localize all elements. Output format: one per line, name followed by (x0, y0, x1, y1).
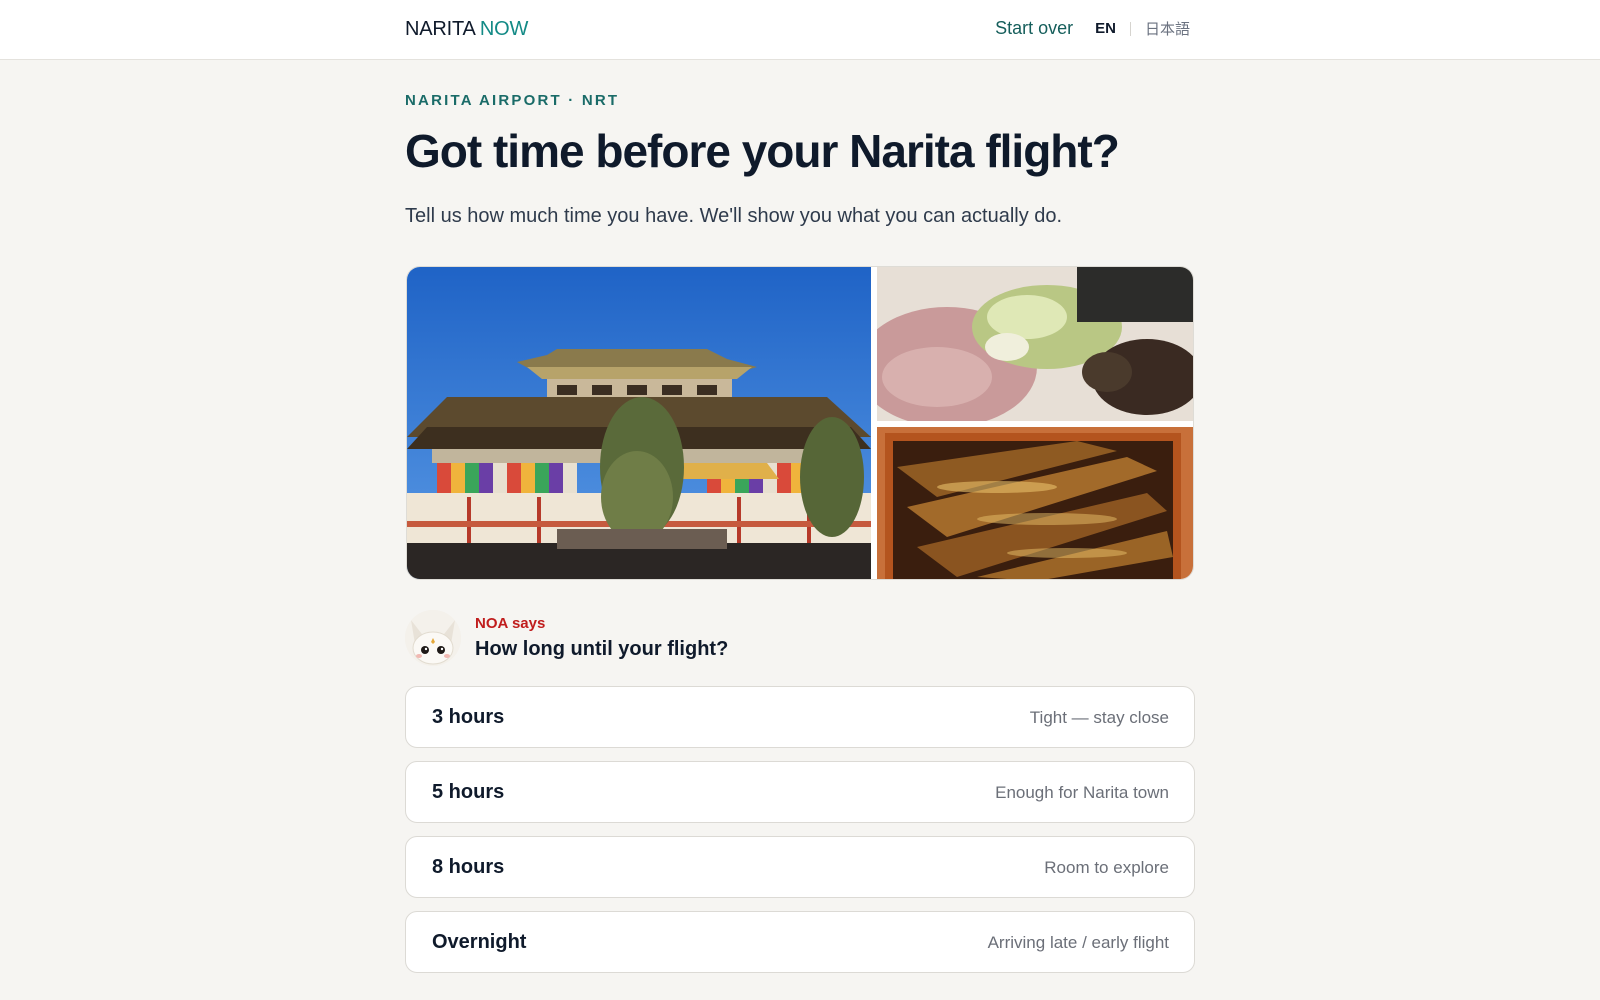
option-hint: Enough for Narita town (995, 783, 1169, 802)
logo-now: NOW (479, 18, 529, 40)
unagi-photo (877, 427, 1193, 579)
header-nav: Start over EN 日本語 (995, 18, 1190, 39)
option-label: Overnight (432, 931, 527, 953)
option-label: 3 hours (432, 706, 505, 728)
assistant-name: NOA says (475, 615, 546, 632)
page-title: Got time before your Narita flight? (405, 125, 1120, 177)
option-label: 8 hours (432, 856, 505, 878)
option-hint: Room to explore (1044, 858, 1169, 877)
top-bar: NARITA NOW Start over EN 日本語 (0, 0, 1600, 60)
option-label: 5 hours (432, 781, 505, 803)
ramen-photo (877, 267, 1193, 421)
language-en-button[interactable]: EN (1095, 20, 1116, 37)
start-over-link[interactable]: Start over (995, 18, 1073, 39)
option-hint: Tight — stay close (1029, 708, 1169, 727)
photo-gallery (406, 266, 1194, 580)
page-subtitle: Tell us how much time you have. We'll sh… (405, 205, 1063, 227)
logo[interactable]: NARITA NOW (405, 18, 528, 41)
assistant-question: How long until your flight? (475, 638, 729, 660)
logo-narita: NARITA (405, 18, 475, 40)
option-5-hours[interactable]: 5 hours Enough for Narita town (405, 761, 1195, 823)
option-3-hours[interactable]: 3 hours Tight — stay close (405, 686, 1195, 748)
language-ja-button[interactable]: 日本語 (1145, 18, 1190, 39)
eyebrow-label: NARITA AIRPORT · NRT (405, 92, 620, 109)
temple-photo (407, 267, 871, 579)
assistant-prompt: NOA says How long until your flight? (405, 608, 1195, 668)
option-hint: Arriving late / early flight (987, 933, 1169, 952)
noa-avatar (405, 610, 461, 666)
language-divider (1129, 21, 1131, 36)
option-overnight[interactable]: Overnight Arriving late / early flight (405, 911, 1195, 973)
option-8-hours[interactable]: 8 hours Room to explore (405, 836, 1195, 898)
